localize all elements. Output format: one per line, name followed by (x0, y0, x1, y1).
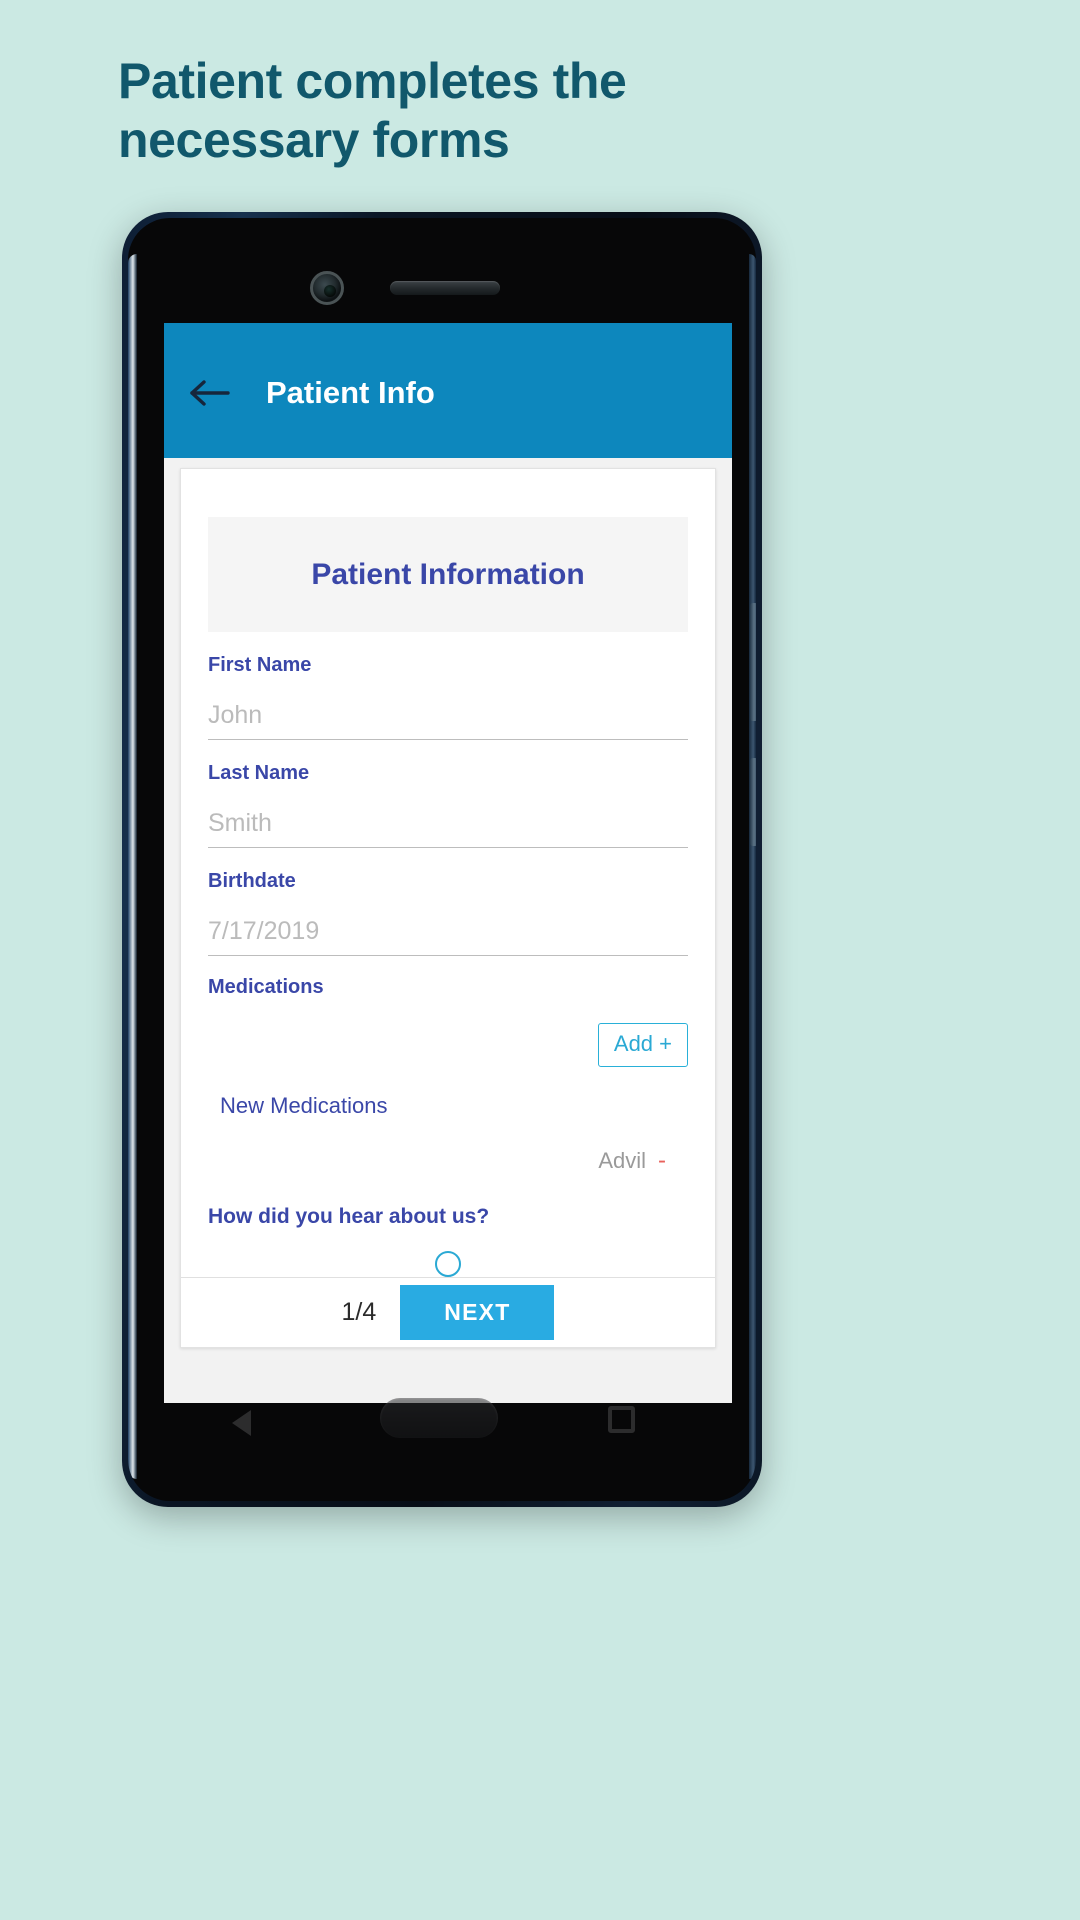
front-camera-icon (310, 271, 344, 305)
page-title-line-2: necessary forms (118, 112, 510, 168)
add-medication-button[interactable]: Add + (597, 1023, 688, 1067)
phone-screen: Patient Info Patient Information First N… (164, 323, 732, 1403)
app-bar-title: Patient Info (266, 375, 435, 410)
form-footer: 1/4 NEXT (181, 1277, 715, 1347)
field-last-name: Last Name Smith (208, 762, 688, 848)
form-banner: Patient Information (208, 517, 688, 632)
phone-right-edge (749, 254, 756, 1479)
field-first-name: First Name John (208, 654, 688, 740)
phone-bezel: Patient Info Patient Information First N… (128, 218, 756, 1501)
page-title: Patient completes the necessary forms (118, 52, 898, 170)
form-banner-title: Patient Information (311, 557, 585, 591)
hear-about-options-row (208, 1251, 688, 1277)
square-recents-icon[interactable] (608, 1406, 635, 1433)
page-root: Patient completes the necessary forms Pa… (0, 0, 1080, 1920)
arrow-left-icon[interactable] (178, 378, 244, 408)
app-bar-row: Patient Info (164, 375, 732, 411)
form-scroll-area[interactable]: Patient Information First Name John Last… (181, 469, 715, 1277)
new-medications-title: New Medications (220, 1093, 388, 1118)
form-card: Patient Information First Name John Last… (180, 468, 716, 1348)
home-pill-icon[interactable] (380, 1398, 498, 1438)
first-name-input[interactable]: John (208, 701, 688, 740)
page-title-line-1: Patient completes the (118, 53, 627, 109)
field-label-first-name: First Name (208, 654, 312, 676)
medication-add-row: Add + (208, 1023, 688, 1067)
phone-mockup: Patient Info Patient Information First N… (122, 212, 762, 1507)
field-medications: Medications Add + New Medications Advil … (208, 976, 688, 1175)
next-button[interactable]: NEXT (400, 1285, 555, 1340)
volume-button[interactable] (750, 603, 756, 721)
field-label-hear-about-us: How did you hear about us? (208, 1205, 490, 1228)
field-label-last-name: Last Name (208, 762, 310, 784)
phone-left-edge (128, 254, 137, 1479)
birthdate-input[interactable]: 7/17/2019 (208, 917, 688, 956)
page-indicator: 1/4 (341, 1298, 377, 1326)
field-label-medications: Medications (208, 976, 324, 998)
field-hear-about-us: How did you hear about us? (208, 1205, 688, 1277)
last-name-input[interactable]: Smith (208, 809, 688, 848)
triangle-back-icon[interactable] (232, 1410, 251, 1436)
medication-name: Advil (598, 1148, 646, 1173)
remove-medication-icon[interactable]: - (658, 1147, 666, 1175)
power-button[interactable] (750, 758, 756, 846)
field-label-birthdate: Birthdate (208, 870, 296, 892)
medication-list-item: Advil - (208, 1147, 688, 1175)
screen-content: Patient Information First Name John Last… (164, 458, 732, 1403)
app-bar: Patient Info (164, 323, 732, 458)
earpiece-speaker-icon (390, 281, 500, 295)
status-bar (164, 323, 732, 347)
radio-circle-icon[interactable] (435, 1251, 461, 1277)
field-birthdate: Birthdate 7/17/2019 (208, 870, 688, 956)
